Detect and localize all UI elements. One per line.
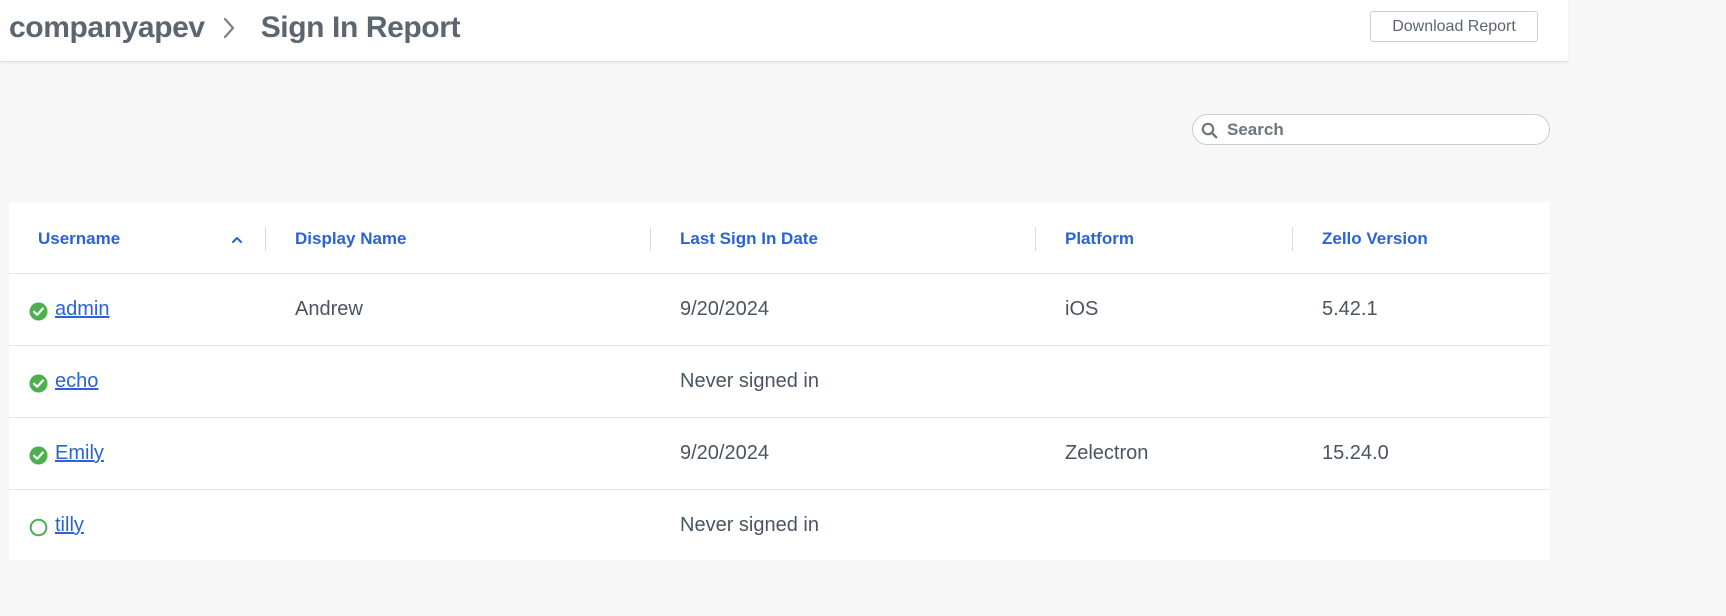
empty-circle-icon [29, 518, 48, 537]
column-header-display-name[interactable]: Display Name [295, 229, 407, 249]
sign-in-table: Username Display Name Last Sign In Date … [9, 202, 1550, 560]
top-bar: companyapev Sign In Report Download Repo… [0, 0, 1568, 62]
chevron-right-icon [223, 17, 235, 39]
chevron-up-icon[interactable] [231, 232, 243, 243]
search-icon [1201, 122, 1218, 139]
column-header-last-sign-in[interactable]: Last Sign In Date [680, 229, 818, 249]
column-divider[interactable] [1292, 227, 1293, 251]
version-cell: 15.24.0 [1322, 442, 1389, 464]
username-link[interactable]: Emily [55, 442, 104, 465]
table-row: tilly Never signed in [9, 490, 1550, 562]
last-sign-in-cell: 9/20/2024 [680, 298, 769, 320]
last-sign-in-cell: Never signed in [680, 370, 819, 392]
last-sign-in-cell: Never signed in [680, 514, 819, 536]
check-circle-icon [29, 446, 48, 465]
column-divider[interactable] [1035, 227, 1036, 251]
column-divider[interactable] [265, 227, 266, 251]
page-title: Sign In Report [260, 11, 461, 44]
table-row: echo Never signed in [9, 346, 1550, 418]
platform-cell: Zelectron [1065, 442, 1149, 464]
column-header-zello-version[interactable]: Zello Version [1322, 229, 1428, 249]
check-circle-icon [29, 374, 48, 393]
column-divider[interactable] [650, 227, 651, 251]
table-row: Emily 9/20/2024 Zelectron 15.24.0 [9, 418, 1550, 490]
last-sign-in-cell: 9/20/2024 [680, 442, 769, 464]
breadcrumb-company[interactable]: companyapev [9, 11, 205, 45]
username-link[interactable]: tilly [55, 514, 84, 537]
table-row: admin Andrew 9/20/2024 iOS 5.42.1 [9, 274, 1550, 346]
table-header: Username Display Name Last Sign In Date … [9, 202, 1550, 274]
search-input[interactable] [1227, 118, 1537, 141]
column-header-username[interactable]: Username [38, 229, 120, 249]
display-name-cell: Andrew [295, 298, 363, 320]
username-link[interactable]: admin [55, 298, 109, 321]
check-circle-icon [29, 302, 48, 321]
username-link[interactable]: echo [55, 370, 98, 393]
platform-cell: iOS [1065, 298, 1099, 320]
version-cell: 5.42.1 [1322, 298, 1378, 320]
search-box[interactable] [1192, 114, 1550, 145]
download-report-button[interactable]: Download Report [1370, 11, 1538, 42]
column-header-platform[interactable]: Platform [1065, 229, 1134, 249]
breadcrumb: companyapev Sign In Report [9, 10, 460, 46]
